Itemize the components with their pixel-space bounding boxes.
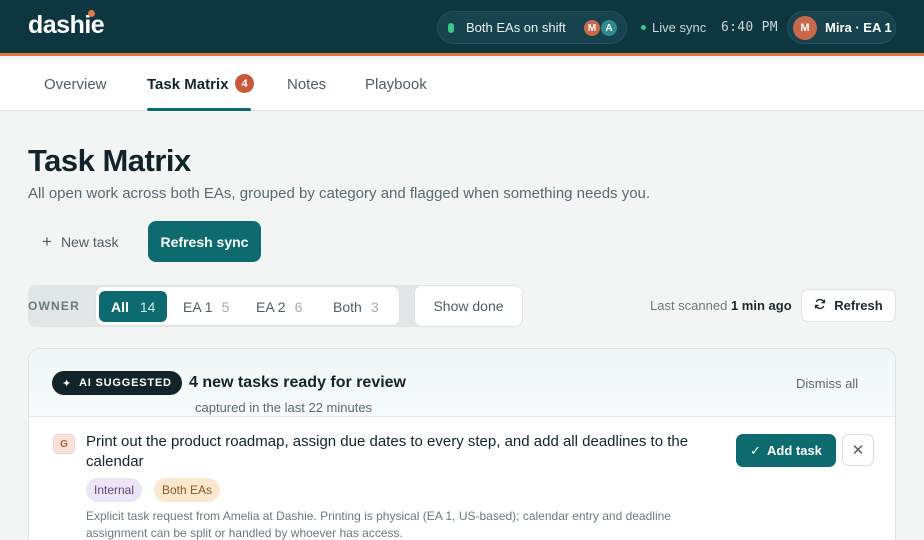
owner-filter-label: OWNER (28, 299, 80, 313)
dismiss-suggestion-button[interactable]: ✕ (842, 434, 874, 466)
avatar-ea1: M (583, 19, 601, 37)
suggestion-description: Explicit task request from Amelia at Das… (86, 509, 671, 540)
filter-label: Both (333, 298, 362, 315)
live-sync-indicator: Live sync (641, 20, 706, 35)
user-name: Mira · EA 1 (825, 20, 892, 35)
last-scanned-status: Last scanned 1 min ago (650, 298, 792, 313)
last-scanned-value: 1 min ago (730, 298, 792, 313)
status-dot-icon (448, 22, 454, 33)
clock: 6:40 PM (721, 20, 778, 35)
owner-filter-ea1[interactable]: EA 1 5 (183, 291, 229, 322)
refresh-label: Refresh (834, 298, 883, 313)
ai-suggestions-card: ✦ AI SUGGESTED 4 new tasks ready for rev… (28, 348, 896, 540)
user-menu[interactable]: M Mira · EA 1 (787, 11, 896, 44)
new-task-label: New task (60, 234, 119, 250)
close-icon: ✕ (851, 442, 865, 459)
show-done-toggle[interactable]: Show done (414, 285, 523, 327)
plus-icon: + (42, 232, 52, 251)
filter-count: 5 (221, 298, 230, 315)
suggestion-title: Print out the product roadmap, assign du… (86, 433, 689, 470)
ai-badge-label: AI SUGGESTED (79, 377, 172, 389)
check-icon: ✓ (750, 442, 761, 458)
filter-label: EA 2 (256, 298, 286, 315)
owner-filter-all[interactable]: All 14 (99, 291, 168, 322)
owner-filter-both[interactable]: Both 3 (333, 291, 379, 322)
refresh-icon (814, 298, 826, 313)
filter-count: 6 (294, 298, 303, 315)
user-avatar: M (793, 15, 817, 40)
app-logo[interactable]: dashie (28, 10, 105, 40)
suggestions-header: ✦ AI SUGGESTED 4 new tasks ready for rev… (29, 349, 895, 417)
sparkle-icon: ✦ (62, 377, 73, 390)
avatar-ea2: A (600, 19, 618, 37)
suggestions-subtitle: captured in the last 22 minutes (195, 400, 373, 415)
new-task-button[interactable]: + New task (42, 232, 119, 252)
tab-overview[interactable]: Overview (44, 76, 107, 93)
dismiss-all-button[interactable]: Dismiss all (796, 376, 858, 391)
tag-internal: Internal (86, 478, 143, 502)
refresh-sync-button[interactable]: Refresh sync (148, 221, 261, 262)
tab-notes[interactable]: Notes (287, 76, 326, 93)
shift-status-text: Both EAs on shift (466, 20, 566, 35)
last-scanned-prefix: Last scanned (650, 298, 728, 313)
logo-dot-icon (88, 10, 95, 17)
page-title: Task Matrix (28, 143, 191, 178)
active-tab-indicator (147, 108, 251, 111)
category-badge: G (53, 434, 75, 454)
refresh-button[interactable]: Refresh (801, 289, 896, 322)
suggestions-title: 4 new tasks ready for review (189, 374, 406, 391)
tab-bar: Overview Task Matrix 4 Notes Playbook (0, 59, 924, 111)
filter-count: 14 (139, 298, 156, 315)
tab-task-matrix[interactable]: Task Matrix (147, 76, 228, 93)
live-dot-icon (641, 25, 646, 30)
tag-both-eas: Both EAs (154, 478, 221, 502)
filter-label: EA 1 (183, 298, 213, 315)
owner-filter-ea2[interactable]: EA 2 6 (256, 291, 302, 322)
shift-status-pill[interactable]: Both EAs on shift M A (437, 11, 627, 44)
task-matrix-count-badge: 4 (235, 74, 254, 93)
owner-filter-group: All 14 EA 1 5 EA 2 6 Both 3 (95, 286, 400, 326)
add-task-label: Add task (767, 443, 822, 458)
add-task-button[interactable]: ✓ Add task (736, 434, 836, 467)
page-subtitle: All open work across both EAs, grouped b… (28, 185, 651, 202)
top-bar: dashie Both EAs on shift M A Live sync 6… (0, 0, 924, 56)
filter-count: 3 (370, 298, 379, 315)
live-sync-text: Live sync (652, 20, 707, 35)
tab-playbook[interactable]: Playbook (365, 76, 427, 93)
filter-label: All (111, 298, 129, 315)
ai-suggested-badge: ✦ AI SUGGESTED (52, 371, 182, 395)
